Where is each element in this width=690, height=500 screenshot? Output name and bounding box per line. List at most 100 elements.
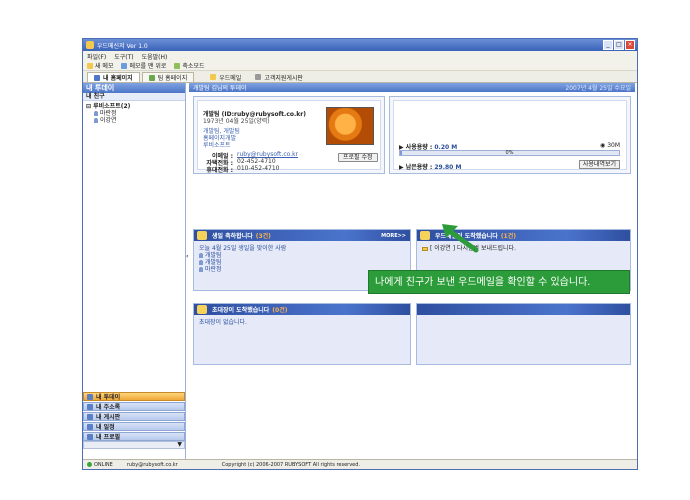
menu-help[interactable]: 도움말(H) [142,52,168,61]
sidebar-item-today[interactable]: 내 투데이 [83,392,185,401]
extra-panel [416,303,631,365]
birthday-more-link[interactable]: MORE>> [381,233,406,239]
menu-tools[interactable]: 도구(T) [114,52,133,61]
birthday-person[interactable]: 개발팀 [199,259,405,266]
sidebar: 내 투데이 내 친구 ⊟ 루비소프트(2) 마란정 이강연 내 투데이 내 주소… [83,83,186,459]
board-icon [87,413,93,420]
friend-name: 마란정 [100,110,117,117]
friend-group-label: 루비소프트(2) [93,103,131,110]
birthday-person[interactable]: 개발팀 [199,252,405,259]
mail-icon [422,246,428,251]
tab-support-board-label: 고객지원게시판 [264,74,303,82]
storage-remain-value: 29.80 M [434,164,462,171]
invite-title: 초대장이 도착했습니다 [212,307,270,314]
mail-icon [210,74,217,80]
menu-file[interactable]: 파일(F) [87,52,106,61]
sidebar-item-label: 내 프로필 [96,434,121,441]
sidebar-nav: 내 투데이 내 주소록 내 게시판 내 일정 내 프로필 ▼ [83,391,185,449]
person-icon [199,267,203,272]
calendar-icon [87,423,93,430]
pin-memo-button[interactable]: 메모를 맨 위로 [121,61,166,70]
annotation-callout: 나에게 친구가 보낸 우드메일을 확인할 수 있습니다. [368,270,630,294]
profile-mobile-row: 휴대전화 : 010-452-4710 [203,165,280,174]
maximize-button[interactable]: □ [614,40,624,50]
tab-bar: 내 홈페이지 팀 홈페이지 우드메일 고객지원게시판 [83,71,637,83]
birthday-person-name: 개발팀 [205,252,222,259]
pin-icon [121,62,128,69]
sidebar-item-label: 내 게시판 [96,414,121,421]
edit-profile-button[interactable]: 프로필 수정 [338,153,378,162]
invite-count: (0건) [272,307,288,314]
status-email: ruby@rubysoft.co.kr [126,461,178,468]
shrink-mode-button[interactable]: 축소모드 [174,61,205,70]
mobile-value: 010-452-4710 [237,165,280,172]
toolbar: 새 메모 메모를 맨 위로 축소모드 [83,61,637,71]
home-icon [94,74,100,81]
person-icon [199,253,203,258]
main-header: 개발팀 김님의 투데이 2007년 4월 25일 수요일 [189,83,635,92]
messenger-window: 우드메신저 Ver 1.0 _ □ × 파일(F) 도구(T) 도움말(H) 새… [82,38,638,470]
tab-wood-mail-label: 우드메일 [219,74,242,82]
friends-section-title: 내 친구 [83,93,185,101]
new-memo-label: 새 메모 [95,63,114,70]
panel-collapse-handle[interactable]: ‹ [186,253,190,260]
shrink-icon [174,62,181,69]
shrink-mode-label: 축소모드 [182,63,205,70]
profile-company-link[interactable]: 루비소프트 [203,140,231,149]
today-icon [87,393,93,400]
status-bar: ONLINE ruby@rubysoft.co.kr Copyright (c)… [83,459,637,469]
sidebar-item-schedule[interactable]: 내 일정 [83,422,185,431]
usage-history-button[interactable]: 사용내역보기 [578,160,620,169]
close-button[interactable]: × [625,40,635,50]
sidebar-item-profile[interactable]: 내 프로필 [83,432,185,441]
friend-item[interactable]: 이강연 [86,117,182,124]
birthday-count: (3건) [255,233,271,240]
storage-total-value: 30M [607,142,620,149]
tab-wood-mail[interactable]: 우드메일 [204,72,247,82]
page-title: 개발팀 김님의 투데이 [193,85,247,92]
online-status[interactable]: ONLINE [87,461,113,468]
tab-team-home[interactable]: 팀 홈페이지 [141,72,195,82]
arrow-annotation-icon [442,224,479,253]
sidebar-item-addressbook[interactable]: 내 주소록 [83,402,185,411]
sidebar-item-board[interactable]: 내 게시판 [83,412,185,421]
storage-remain: ▶ 남은용량 : 29.80 M [399,164,462,171]
extra-panel-header [417,304,630,315]
storage-total: ◉ 30M [600,142,620,149]
sidebar-item-label: 내 투데이 [96,394,121,401]
sidebar-scroll-button[interactable]: ▼ [83,441,185,449]
cake-icon [197,231,207,240]
profile-birth: 1973년 04월 25일(양력) [203,118,270,125]
profile-photo [326,107,374,145]
storage-card: ▶ 사용용량 : 0.20 M ◉ 30M 0% ▶ 남은용량 : 29.80 … [389,96,631,174]
tab-team-home-label: 팀 홈페이지 [157,75,188,82]
sidebar-title: 내 투데이 [83,83,185,93]
invitation-icon [197,305,207,314]
friend-item[interactable]: 마란정 [86,110,182,117]
storage-progress-bar: 0% [399,150,620,156]
person-icon [199,260,203,265]
profile-icon [87,433,93,440]
addressbook-icon [87,403,93,410]
new-memo-button[interactable]: 새 메모 [87,61,113,70]
tab-support-board[interactable]: 고객지원게시판 [249,72,309,82]
copyright: Copyright (c) 2006-2007 RUBYSOFT All rig… [221,461,360,468]
friend-group[interactable]: ⊟ 루비소프트(2) [86,103,182,110]
birthday-panel-header: 생일 축하합니다 (3건) MORE>> [194,230,410,241]
minimize-button[interactable]: _ [603,40,613,50]
birthday-person-name: 마란정 [205,266,222,273]
board-icon [255,74,262,80]
tab-my-home[interactable]: 내 홈페이지 [87,72,140,82]
invite-empty-message: 초대장이 없습니다. [199,319,247,326]
storage-remain-label: 남은용량 : [405,164,433,171]
pin-memo-label: 메모를 맨 위로 [129,63,167,70]
storage-percent: 0% [505,150,514,156]
online-label: ONLINE [94,461,113,468]
sidebar-item-label: 내 주소록 [96,404,121,411]
person-icon [94,111,98,116]
title-bar[interactable]: 우드메신저 Ver 1.0 _ □ × [83,39,637,51]
tab-my-home-label: 내 홈페이지 [103,75,133,82]
envelope-icon [420,231,430,240]
profile-card: 개발팀 (ID:ruby@rubysoft.co.kr) 1973년 04월 2… [193,96,385,174]
invite-panel: 초대장이 도착했습니다 (0건) 초대장이 없습니다. [193,303,411,365]
